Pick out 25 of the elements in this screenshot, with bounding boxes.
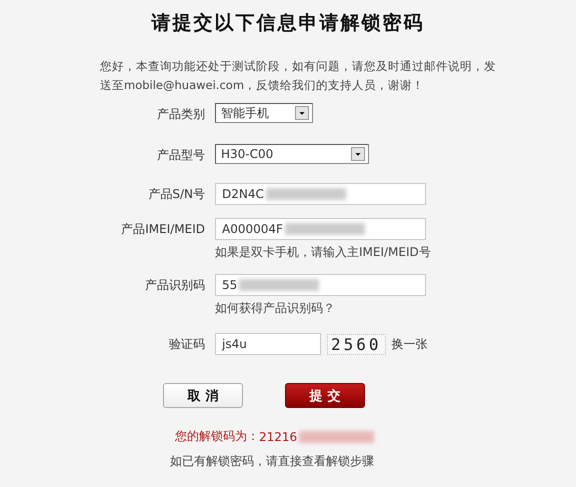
submit-button[interactable]: 提 交 (285, 383, 365, 408)
refresh-link[interactable]: 换一张 (392, 336, 428, 352)
input-field[interactable]: js4u (215, 333, 321, 355)
unlock-code: 21216 (259, 430, 298, 444)
caret-icon (351, 147, 365, 161)
field-hint: 如何获得产品识别码？ (215, 300, 336, 317)
field-hint: 如果是双卡手机，请输入主IMEI/MEID号 (215, 244, 432, 261)
result-label: 您的解锁码为： (175, 428, 259, 445)
input-field[interactable]: D2N4C (215, 183, 426, 205)
page-title: 请提交以下信息申请解锁密码 (150, 11, 426, 36)
dropdown[interactable]: H30-C00 (215, 144, 369, 164)
field-label: 验证码 (168, 336, 205, 353)
field-label: 产品IMEI/MEID (120, 221, 205, 238)
cancel-button[interactable]: 取 消 (163, 383, 243, 408)
captcha-image: 2560 (327, 334, 386, 354)
field-label: 产品型号 (156, 147, 205, 164)
field-label: 产品类别 (156, 106, 205, 123)
input-field[interactable]: A000004F (215, 218, 426, 240)
input-field[interactable]: 55 (215, 274, 426, 296)
caret-icon (295, 106, 309, 120)
intro-text: 您好，本查询功能还处于测试阶段，如有问题，请您及时通过邮件说明，发送至mobile@huawei.com，反馈给我们的支持人员，谢谢！ (100, 58, 497, 94)
field-label: 产品识别码 (144, 277, 205, 294)
field-label: 产品S/N号 (147, 186, 205, 203)
dropdown[interactable]: 智能手机 (215, 103, 313, 123)
footer-text: 如已有解锁密码，请直接查看解锁步骤 (170, 453, 375, 470)
